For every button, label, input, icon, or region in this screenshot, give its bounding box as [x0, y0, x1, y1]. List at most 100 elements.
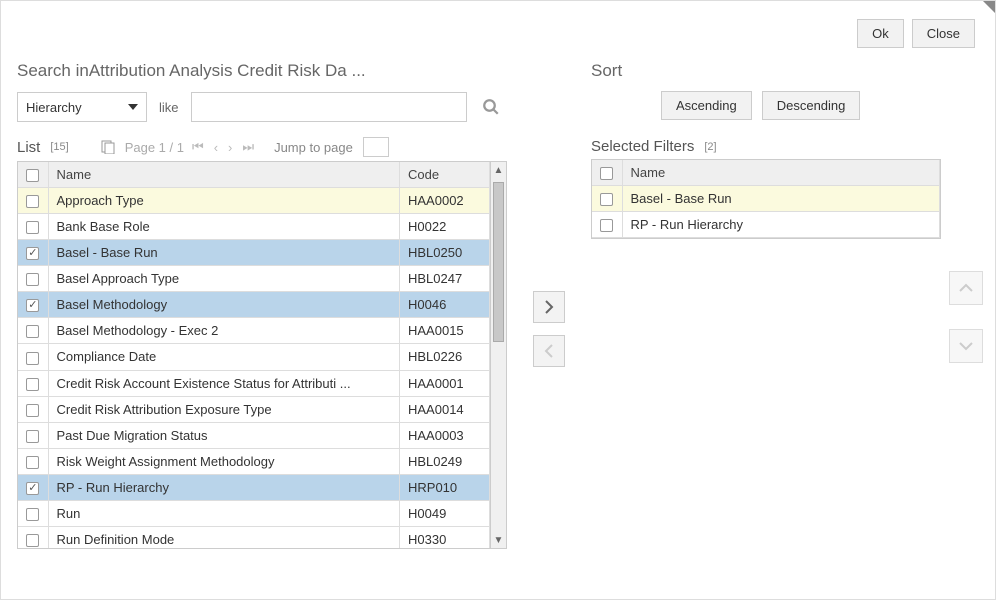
list-select-all-checkbox[interactable]	[26, 169, 39, 182]
row-checkbox[interactable]	[26, 378, 39, 391]
row-checkbox[interactable]	[26, 404, 39, 417]
list-scrollbar[interactable]: ▲ ▼	[490, 162, 506, 548]
sort-title: Sort	[591, 61, 979, 81]
row-name: Risk Weight Assignment Methodology	[48, 448, 400, 474]
search-title: Search inAttribution Analysis Credit Ris…	[17, 61, 507, 81]
table-row[interactable]: Past Due Migration StatusHAA0003	[18, 422, 490, 448]
row-checkbox[interactable]	[26, 456, 39, 469]
selected-table: Name Basel - Base RunRP - Run Hierarchy	[592, 160, 940, 238]
row-checkbox[interactable]	[26, 430, 39, 443]
sort-ascending-button[interactable]: Ascending	[661, 91, 752, 120]
table-row[interactable]: Credit Risk Account Existence Status for…	[18, 370, 490, 396]
row-name: Bank Base Role	[48, 214, 400, 240]
table-row[interactable]: RP - Run Hierarchy	[592, 212, 940, 238]
row-code: H0049	[400, 500, 490, 526]
row-checkbox[interactable]	[26, 221, 39, 234]
row-checkbox[interactable]	[26, 325, 39, 338]
ok-button[interactable]: Ok	[857, 19, 904, 48]
table-row[interactable]: Basel Approach TypeHBL0247	[18, 266, 490, 292]
list-table: Name Code Approach TypeHAA0002Bank Base …	[18, 162, 490, 548]
selected-table-container: Name Basel - Base RunRP - Run Hierarchy	[591, 159, 941, 239]
row-name: Compliance Date	[48, 344, 400, 370]
list-header-name[interactable]: Name	[48, 162, 400, 188]
jump-to-page-input[interactable]	[363, 137, 389, 157]
row-name: Credit Risk Attribution Exposure Type	[48, 396, 400, 422]
row-checkbox[interactable]	[26, 352, 39, 365]
row-checkbox[interactable]	[600, 219, 613, 232]
row-code: HAA0003	[400, 422, 490, 448]
row-code: HAA0001	[400, 370, 490, 396]
row-name: Past Due Migration Status	[48, 422, 400, 448]
table-row[interactable]: Credit Risk Attribution Exposure TypeHAA…	[18, 396, 490, 422]
pager-prev-button[interactable]: ‹	[212, 140, 220, 155]
row-checkbox[interactable]	[600, 193, 613, 206]
row-checkbox[interactable]	[26, 273, 39, 286]
page-label: Page 1 / 1	[125, 140, 184, 155]
row-code: H0046	[400, 292, 490, 318]
move-right-button[interactable]	[533, 291, 565, 323]
table-row[interactable]: Basel - Base Run	[592, 186, 940, 212]
selected-header-name[interactable]: Name	[622, 160, 940, 186]
close-button[interactable]: Close	[912, 19, 975, 48]
scroll-down-icon[interactable]: ▼	[491, 532, 506, 548]
pager-first-button[interactable]: ⏮	[190, 139, 206, 155]
row-name: RP - Run Hierarchy	[48, 474, 400, 500]
row-name: Basel Methodology - Exec 2	[48, 318, 400, 344]
table-row[interactable]: Compliance DateHBL0226	[18, 344, 490, 370]
row-name: Basel Methodology	[48, 292, 400, 318]
dialog-frame: Ok Close Search inAttribution Analysis C…	[0, 0, 996, 600]
move-left-button[interactable]	[533, 335, 565, 367]
resize-corner-icon	[983, 1, 995, 13]
row-name: Credit Risk Account Existence Status for…	[48, 370, 400, 396]
move-up-button[interactable]	[949, 271, 983, 305]
pager-last-button[interactable]: ⏭	[240, 139, 256, 155]
pager-next-button[interactable]: ›	[226, 140, 234, 155]
table-row[interactable]: Basel Methodology - Exec 2HAA0015	[18, 318, 490, 344]
list-header-code[interactable]: Code	[400, 162, 490, 188]
row-checkbox[interactable]	[26, 247, 39, 260]
row-checkbox[interactable]	[26, 299, 39, 312]
row-checkbox[interactable]	[26, 534, 39, 547]
chevron-down-icon	[128, 104, 138, 110]
search-field-select[interactable]: Hierarchy	[17, 92, 147, 122]
list-table-container: Name Code Approach TypeHAA0002Bank Base …	[17, 161, 507, 549]
sort-descending-button[interactable]: Descending	[762, 91, 861, 120]
table-row[interactable]: Risk Weight Assignment MethodologyHBL024…	[18, 448, 490, 474]
selected-panel: Sort Ascending Descending Selected Filte…	[591, 61, 979, 549]
table-row[interactable]: Bank Base RoleH0022	[18, 214, 490, 240]
table-row[interactable]: RP - Run HierarchyHRP010	[18, 474, 490, 500]
list-header-checkbox-cell	[18, 162, 48, 188]
row-name: Basel Approach Type	[48, 266, 400, 292]
scroll-thumb[interactable]	[493, 182, 504, 342]
table-row[interactable]: RunH0049	[18, 500, 490, 526]
table-row[interactable]: Basel - Base RunHBL0250	[18, 240, 490, 266]
list-title: List	[17, 139, 40, 156]
row-checkbox[interactable]	[26, 482, 39, 495]
transfer-buttons	[519, 61, 579, 549]
chevron-left-icon	[544, 344, 554, 358]
move-down-button[interactable]	[949, 329, 983, 363]
selected-header-checkbox-cell	[592, 160, 622, 186]
jump-to-page-label: Jump to page	[274, 140, 353, 155]
search-input[interactable]	[191, 92, 467, 122]
search-button[interactable]	[475, 91, 507, 123]
scroll-up-icon[interactable]: ▲	[491, 162, 506, 178]
row-code: HBL0247	[400, 266, 490, 292]
table-row[interactable]: Basel MethodologyH0046	[18, 292, 490, 318]
selected-select-all-checkbox[interactable]	[600, 167, 613, 180]
chevron-down-icon	[959, 341, 973, 351]
row-checkbox[interactable]	[26, 508, 39, 521]
row-checkbox[interactable]	[26, 195, 39, 208]
row-name: Basel - Base Run	[48, 240, 400, 266]
row-name: Basel - Base Run	[622, 186, 940, 212]
row-name: RP - Run Hierarchy	[622, 212, 940, 238]
search-panel: Search inAttribution Analysis Credit Ris…	[17, 61, 507, 549]
search-icon	[482, 98, 500, 116]
row-code: HRP010	[400, 474, 490, 500]
row-code: H0022	[400, 214, 490, 240]
chevron-right-icon	[544, 300, 554, 314]
table-row[interactable]: Approach TypeHAA0002	[18, 188, 490, 214]
pager: Page 1 / 1 ⏮ ‹ › ⏭	[125, 139, 256, 155]
row-code: HAA0015	[400, 318, 490, 344]
table-row[interactable]: Run Definition ModeH0330	[18, 526, 490, 548]
